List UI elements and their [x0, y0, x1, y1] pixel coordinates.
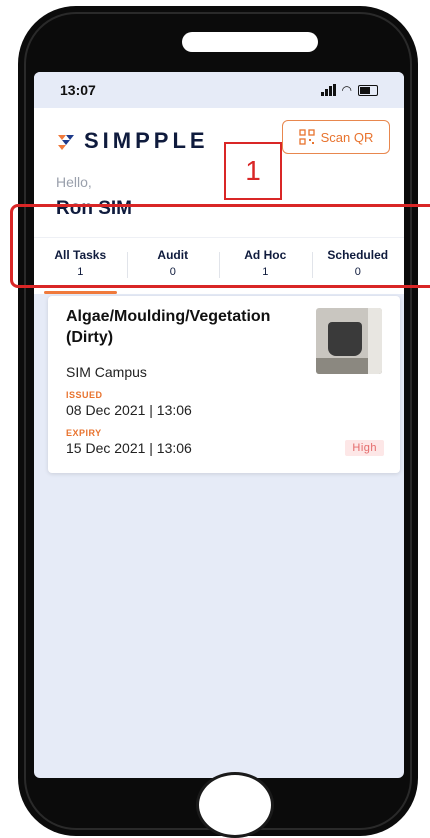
status-icons: ◠: [320, 83, 378, 97]
home-button[interactable]: [196, 772, 274, 838]
tab-ad-hoc[interactable]: Ad Hoc 1: [219, 238, 312, 294]
brand-name: SIMPPLE: [84, 128, 209, 153]
tab-all-tasks[interactable]: All Tasks 1: [34, 238, 127, 294]
issued-date: 08 Dec 2021 | 13:06: [66, 402, 192, 418]
user-name: Ron SIM: [56, 198, 132, 219]
tab-label: Scheduled: [327, 248, 389, 262]
task-title: Algae/Moulding/Vegetation (Dirty): [66, 308, 271, 346]
scan-qr-button[interactable]: Scan QR: [282, 120, 390, 154]
tab-scheduled[interactable]: Scheduled 0: [311, 238, 405, 294]
expiry-date: 15 Dec 2021 | 13:06: [66, 440, 192, 456]
tab-count: 1: [77, 266, 84, 278]
wifi-icon: ◠: [341, 83, 352, 97]
simpple-logo-icon: [58, 135, 74, 150]
app-screen: 13:07 ◠ SIMPPLE Scan QR Hello, Ron SIM 1…: [34, 72, 404, 778]
tab-label: Audit: [157, 248, 189, 262]
greeting-text: Hello,: [56, 174, 92, 190]
signal-icon: [320, 84, 336, 96]
phone-speaker: [182, 32, 318, 52]
battery-icon: [358, 84, 378, 96]
tab-audit[interactable]: Audit 0: [126, 238, 220, 294]
tab-count: 0: [169, 266, 176, 278]
status-bar: 13:07 ◠: [34, 72, 404, 108]
task-photo[interactable]: [316, 308, 382, 374]
tab-count: 0: [354, 266, 361, 278]
qr-code-icon: [298, 129, 315, 145]
tab-label: All Tasks: [54, 248, 107, 262]
brand-logo: SIMPPLE: [56, 128, 209, 154]
task-card[interactable]: Algae/Moulding/Vegetation (Dirty) SIM Ca…: [48, 296, 400, 473]
scan-qr-label: Scan QR: [320, 129, 374, 145]
issued-label: ISSUED: [66, 390, 103, 400]
priority-badge: High: [345, 440, 384, 456]
app-header: SIMPPLE Scan QR Hello, Ron SIM 1: [34, 108, 404, 237]
tab-label: Ad Hoc: [244, 248, 287, 262]
task-location: SIM Campus: [66, 364, 147, 380]
annotation-number-box: 1: [224, 142, 282, 200]
status-time: 13:07: [60, 82, 96, 98]
expiry-label: EXPIRY: [66, 428, 102, 438]
task-tabs: All Tasks 1 Audit 0 Ad Hoc 1 Scheduled 0: [34, 237, 404, 294]
tab-count: 1: [262, 266, 269, 278]
